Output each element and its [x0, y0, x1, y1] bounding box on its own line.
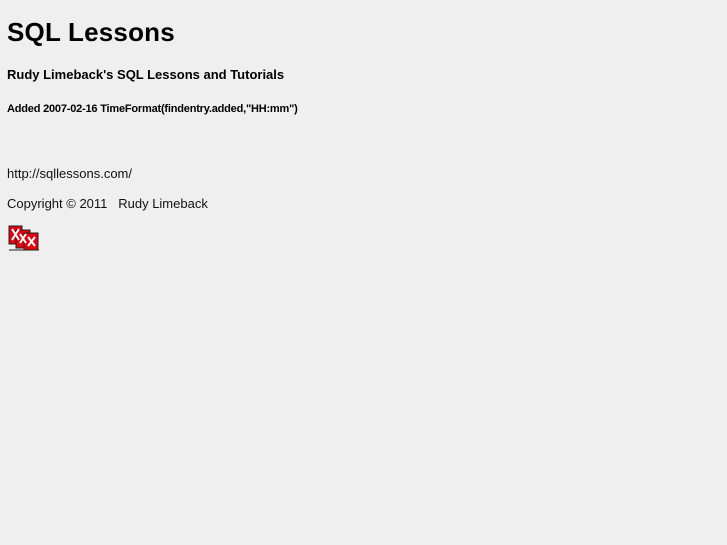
subtitle: Rudy Limeback's SQL Lessons and Tutorial…: [7, 67, 285, 82]
added-date-line: Added 2007-02-16 TimeFormat(findentry.ad…: [7, 103, 298, 115]
page-title: SQL Lessons: [7, 17, 175, 47]
copyright-text: Copyright © 2011 Rudy Limeback: [7, 196, 208, 211]
red-logo-icon: [8, 225, 40, 253]
site-url-text: http://sqllessons.com/: [7, 166, 132, 181]
page: SQL Lessons Rudy Limeback's SQL Lessons …: [0, 0, 727, 545]
